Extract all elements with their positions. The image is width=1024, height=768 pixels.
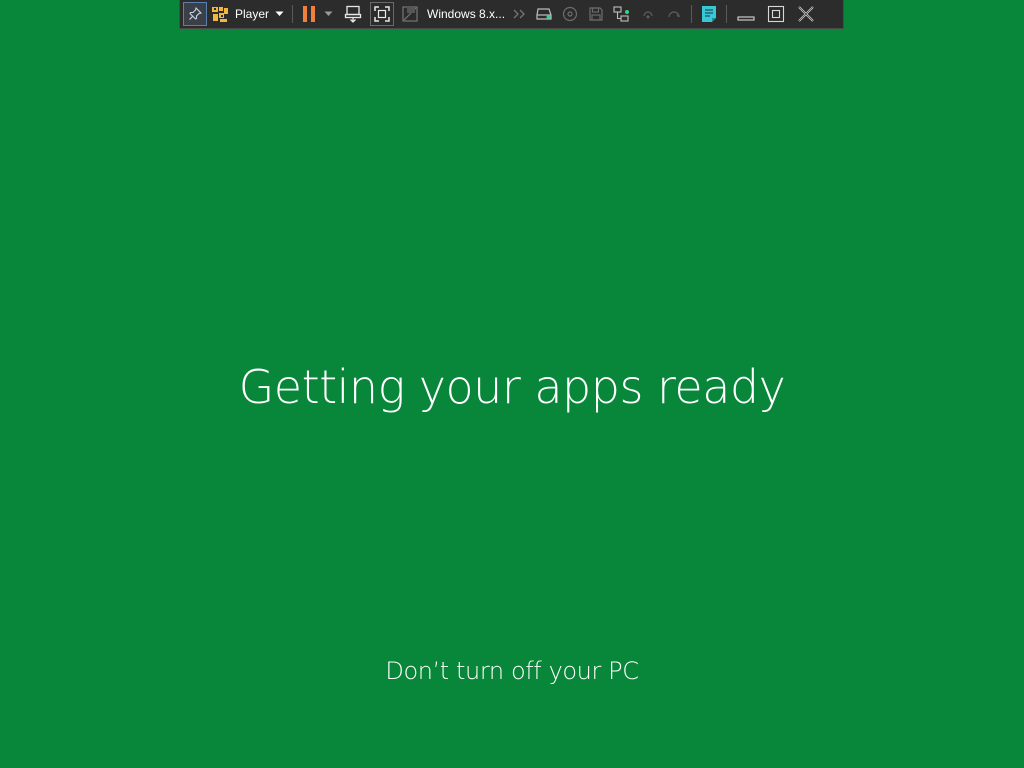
toolbar-separator <box>292 5 294 23</box>
fullscreen-button[interactable] <box>370 2 395 26</box>
minimize-button[interactable] <box>731 2 761 26</box>
close-button[interactable] <box>791 2 821 26</box>
floppy-icon <box>589 7 603 21</box>
sound-card-button[interactable] <box>661 2 687 26</box>
sound-icon <box>668 11 680 18</box>
player-menu-button[interactable]: Player <box>207 2 288 26</box>
usb-icon <box>643 11 653 19</box>
more-devices-button[interactable] <box>509 2 531 26</box>
chevron-down-icon <box>275 11 284 16</box>
cd-icon <box>562 6 578 22</box>
floppy-button[interactable] <box>583 2 609 26</box>
vm-name-label: Windows 8.x... <box>427 7 506 21</box>
restore-button[interactable] <box>761 2 791 26</box>
send-ctrl-alt-del-icon <box>344 5 362 23</box>
pause-icon <box>303 6 316 22</box>
setup-subheading: Don’t turn off your PC <box>385 657 639 685</box>
power-dropdown-button[interactable] <box>321 2 335 26</box>
cd-drive-button[interactable] <box>557 2 583 26</box>
unity-icon <box>402 6 418 22</box>
usb-device-button[interactable] <box>635 2 661 26</box>
pin-toolbar-button[interactable] <box>183 2 207 26</box>
send-ctrl-alt-del-button[interactable] <box>339 2 367 26</box>
fullscreen-icon <box>374 6 390 22</box>
toolbar-separator <box>726 5 728 23</box>
vm-toolbar: Player Windows 8.x... <box>179 0 844 29</box>
more-icon <box>513 9 525 19</box>
unity-button[interactable] <box>397 2 423 26</box>
minimize-icon <box>737 16 755 21</box>
notes-icon <box>702 6 717 22</box>
network-icon <box>613 6 630 22</box>
toolbar-separator <box>691 5 693 23</box>
hard-disk-button[interactable] <box>531 2 557 26</box>
pin-icon <box>189 7 202 20</box>
message-log-button[interactable] <box>696 2 722 26</box>
setup-heading: Getting your apps ready <box>238 360 786 414</box>
network-adapter-button[interactable] <box>609 2 635 26</box>
restore-icon <box>767 5 785 23</box>
player-logo-icon <box>212 7 228 22</box>
close-icon <box>798 6 814 22</box>
hard-disk-icon <box>536 8 552 20</box>
pause-button[interactable] <box>297 2 321 26</box>
player-menu-label: Player <box>235 7 270 21</box>
vm-screen: Player Windows 8.x... Getting your apps … <box>0 0 1024 768</box>
chevron-down-icon <box>324 11 333 16</box>
